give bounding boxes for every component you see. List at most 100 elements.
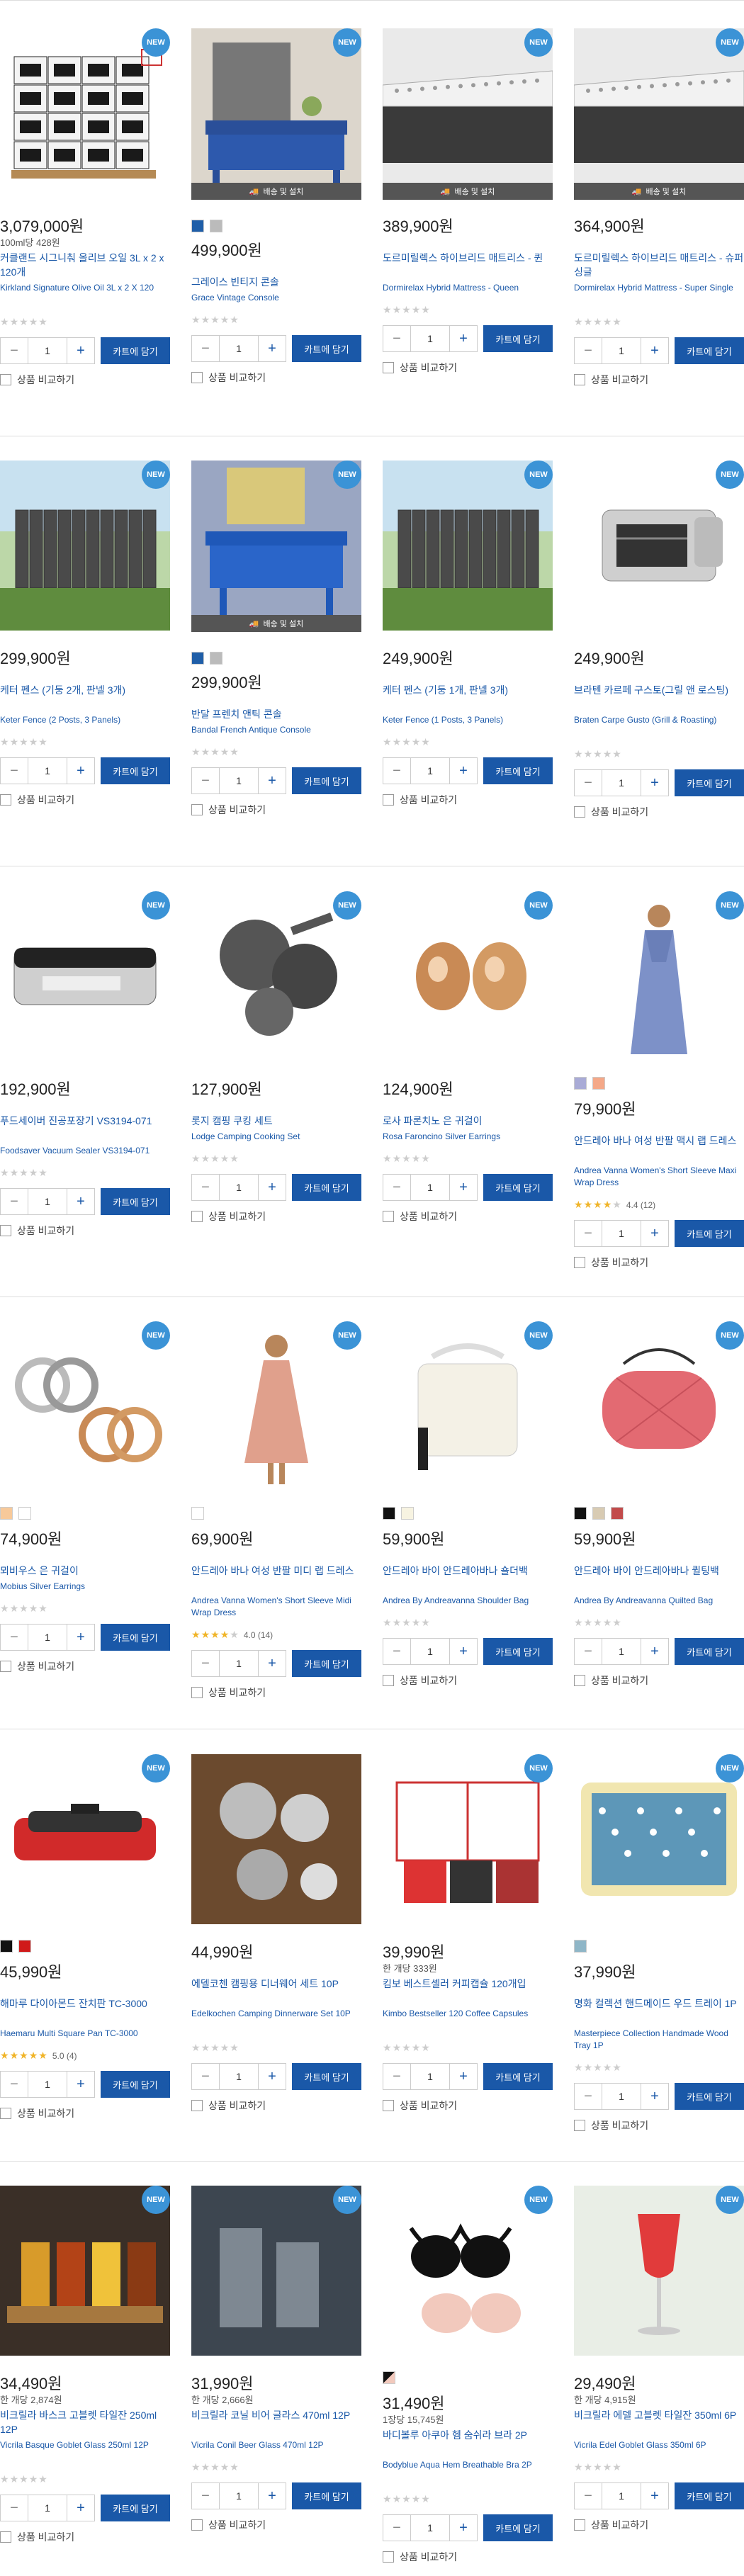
checkbox-icon[interactable] xyxy=(383,2100,394,2111)
qty-minus-button[interactable]: − xyxy=(575,770,602,796)
quantity-stepper[interactable]: −1 + xyxy=(0,1624,95,1651)
quantity-stepper[interactable]: −1 + xyxy=(0,2495,95,2521)
product-image[interactable] xyxy=(191,1321,361,1491)
color-swatch[interactable] xyxy=(592,1077,605,1090)
qty-input[interactable]: 1 xyxy=(28,1189,67,1214)
add-to-cart-button[interactable]: 카트에 담기 xyxy=(101,2495,170,2521)
compare-checkbox[interactable]: 상품 비교하기 xyxy=(191,2098,266,2113)
quantity-stepper[interactable]: −1 + xyxy=(0,1188,95,1215)
product-name-ko[interactable]: 안드레아 바이 안드레아바나 퀼팅백 xyxy=(574,1564,744,1578)
product-name-en[interactable]: Keter Fence (1 Posts, 3 Panels) xyxy=(383,714,553,726)
compare-checkbox[interactable]: 상품 비교하기 xyxy=(383,361,457,375)
product-name-ko[interactable]: 안드레아 바나 여성 반팔 맥시 랩 드레스 xyxy=(574,1134,744,1148)
product-name-en[interactable]: Bodyblue Aqua Hem Breathable Bra 2P xyxy=(383,2459,553,2471)
add-to-cart-button[interactable]: 카트에 담기 xyxy=(292,1650,361,1677)
quantity-stepper[interactable]: −1 + xyxy=(574,337,669,364)
add-to-cart-button[interactable]: 카트에 담기 xyxy=(292,2482,361,2509)
product-card[interactable]: NEW 29,490원 한 개당 4,915원 비크릴라 에델 고블렛 타일잔 350… xyxy=(574,2186,744,2576)
add-to-cart-button[interactable]: 카트에 담기 xyxy=(483,325,553,352)
product-name-en[interactable]: Mobius Silver Earrings xyxy=(0,1581,170,1593)
color-swatch[interactable] xyxy=(574,1940,587,1953)
product-image[interactable] xyxy=(191,28,361,198)
quantity-stepper[interactable]: −1 + xyxy=(383,1638,478,1665)
qty-plus-button[interactable]: + xyxy=(259,1175,286,1200)
color-swatch[interactable] xyxy=(210,220,222,232)
product-image[interactable] xyxy=(574,1754,744,1924)
qty-minus-button[interactable]: − xyxy=(1,2495,28,2521)
quantity-stepper[interactable]: −1 + xyxy=(574,2482,669,2509)
quantity-stepper[interactable]: −1 + xyxy=(191,1650,286,1677)
checkbox-icon[interactable] xyxy=(0,1225,11,1236)
quantity-stepper[interactable]: −1 + xyxy=(574,769,669,796)
qty-input[interactable]: 1 xyxy=(410,758,450,784)
product-name-en[interactable]: Dormirelax Hybrid Mattress - Queen xyxy=(383,282,553,294)
product-name-en[interactable]: Lodge Camping Cooking Set xyxy=(191,1131,361,1143)
product-name-ko[interactable]: 비크릴라 에델 고블렛 타일잔 350ml 6P xyxy=(574,2408,744,2422)
qty-input[interactable]: 1 xyxy=(602,1221,641,1246)
product-name-ko[interactable]: 케터 펜스 (기둥 2개, 판넬 3개) xyxy=(0,683,170,697)
product-image[interactable] xyxy=(574,2186,744,2356)
product-image[interactable] xyxy=(0,891,170,1061)
product-image[interactable] xyxy=(383,461,553,631)
product-name-en[interactable]: Andrea By Andreavanna Shoulder Bag xyxy=(383,1595,553,1607)
color-swatch[interactable] xyxy=(191,1507,204,1520)
product-name-en[interactable]: Braten Carpe Gusto (Grill & Roasting) xyxy=(574,714,744,726)
product-name-ko[interactable]: 롯지 캠핑 쿠킹 세트 xyxy=(191,1114,361,1128)
product-image[interactable] xyxy=(0,1754,170,1924)
quantity-stepper[interactable]: −1 + xyxy=(0,757,95,784)
quantity-stepper[interactable]: −1 + xyxy=(0,2071,95,2098)
add-to-cart-button[interactable]: 카트에 담기 xyxy=(292,2063,361,2090)
qty-input[interactable]: 1 xyxy=(28,758,67,784)
quantity-stepper[interactable]: −1 + xyxy=(191,335,286,362)
product-card[interactable]: NEW 39,990원 한 개당 333원 킴보 베스트셀러 커피캡슐 120개입 Ki… xyxy=(383,1754,553,2151)
product-name-en[interactable]: Kirkland Signature Olive Oil 3L x 2 X 12… xyxy=(0,282,170,294)
qty-plus-button[interactable]: + xyxy=(641,338,668,363)
quantity-stepper[interactable]: −1 + xyxy=(383,2063,478,2090)
product-card[interactable]: NEW 249,900원 브라텐 카르페 구스토(그릴 앤 로스팅) Braten C… xyxy=(574,461,744,857)
qty-input[interactable]: 1 xyxy=(602,2084,641,2109)
checkbox-icon[interactable] xyxy=(383,794,394,806)
add-to-cart-button[interactable]: 카트에 담기 xyxy=(675,1638,744,1665)
qty-plus-button[interactable]: + xyxy=(259,2064,286,2089)
quantity-stepper[interactable]: −1 + xyxy=(191,1174,286,1201)
qty-input[interactable]: 1 xyxy=(28,2495,67,2521)
product-image[interactable] xyxy=(574,28,744,198)
qty-plus-button[interactable]: + xyxy=(641,770,668,796)
add-to-cart-button[interactable]: 카트에 담기 xyxy=(101,757,170,784)
product-name-en[interactable]: Dormirelax Hybrid Mattress - Super Singl… xyxy=(574,282,744,294)
qty-input[interactable]: 1 xyxy=(410,326,450,351)
qty-plus-button[interactable]: + xyxy=(641,2084,668,2109)
product-name-ko[interactable]: 로사 파론치노 은 귀걸이 xyxy=(383,1114,553,1128)
product-image[interactable] xyxy=(383,28,553,198)
qty-plus-button[interactable]: + xyxy=(450,2064,477,2089)
qty-input[interactable]: 1 xyxy=(28,2072,67,2097)
quantity-stepper[interactable]: −1 + xyxy=(574,1638,669,1665)
qty-plus-button[interactable]: + xyxy=(259,768,286,793)
add-to-cart-button[interactable]: 카트에 담기 xyxy=(292,1174,361,1201)
product-name-ko[interactable]: 비크릴라 바스크 고블렛 타일잔 250ml 12P xyxy=(0,2408,170,2436)
checkbox-icon[interactable] xyxy=(383,1675,394,1686)
quantity-stepper[interactable]: −1 + xyxy=(574,2083,669,2110)
product-card[interactable]: NEW 🚚 배송 및 설치 364,900원 도르미릴렉스 하이브리드 매트리스 - 슈… xyxy=(574,28,744,425)
qty-input[interactable]: 1 xyxy=(602,338,641,363)
qty-minus-button[interactable]: − xyxy=(575,338,602,363)
qty-minus-button[interactable]: − xyxy=(383,2515,410,2541)
qty-plus-button[interactable]: + xyxy=(450,326,477,351)
checkbox-icon[interactable] xyxy=(191,2519,203,2531)
product-name-ko[interactable]: 뫼비우스 은 귀걸이 xyxy=(0,1564,170,1578)
compare-checkbox[interactable]: 상품 비교하기 xyxy=(574,2518,648,2532)
product-card[interactable]: NEW 192,900원 푸드세이버 진공포장기 VS3194-071 Foodsav… xyxy=(0,891,170,1288)
qty-plus-button[interactable]: + xyxy=(67,1625,94,1650)
add-to-cart-button[interactable]: 카트에 담기 xyxy=(483,1174,553,1201)
qty-input[interactable]: 1 xyxy=(219,336,259,361)
add-to-cart-button[interactable]: 카트에 담기 xyxy=(675,1220,744,1247)
add-to-cart-button[interactable]: 카트에 담기 xyxy=(483,2514,553,2541)
qty-minus-button[interactable]: − xyxy=(383,758,410,784)
checkbox-icon[interactable] xyxy=(0,794,11,806)
qty-plus-button[interactable]: + xyxy=(450,1175,477,1200)
compare-checkbox[interactable]: 상품 비교하기 xyxy=(574,1255,648,1270)
product-name-en[interactable]: Haemaru Multi Square Pan TC-3000 xyxy=(0,2028,170,2040)
product-name-en[interactable]: Masterpiece Collection Handmade Wood Tra… xyxy=(574,2028,744,2052)
product-card[interactable]: NEW 249,900원 케터 펜스 (기둥 1개, 판넬 3개) Keter Fen… xyxy=(383,461,553,857)
checkbox-icon[interactable] xyxy=(191,2100,203,2111)
